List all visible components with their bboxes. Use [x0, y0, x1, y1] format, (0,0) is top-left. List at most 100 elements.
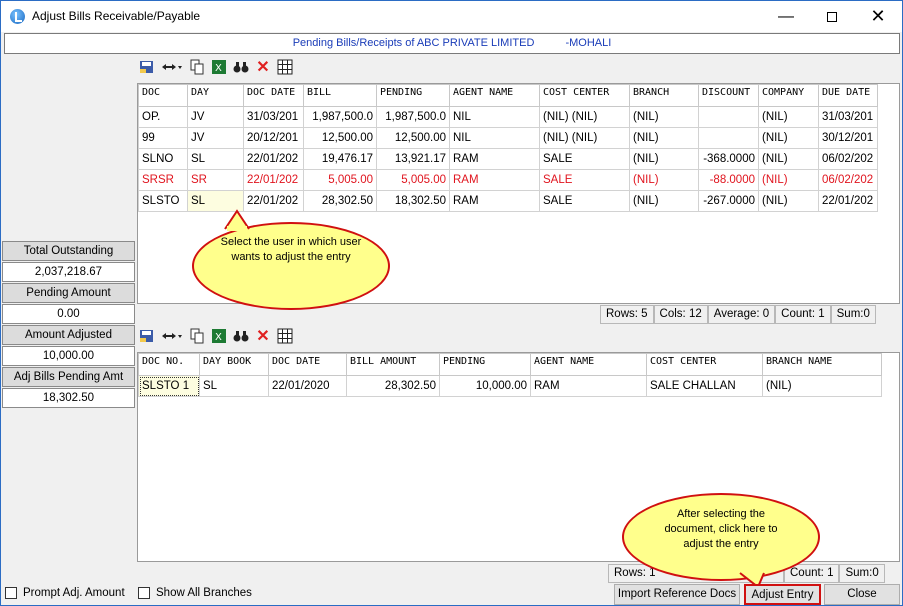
excel-export-icon[interactable]: X	[210, 58, 228, 76]
minimize-button[interactable]: —	[763, 1, 809, 32]
grid-cell[interactable]: SL	[187, 148, 244, 170]
close-button[interactable]: Close	[824, 584, 900, 605]
grid-cell[interactable]: NIL	[449, 106, 540, 128]
grid-cell[interactable]: (NIL)	[762, 375, 882, 397]
table-row[interactable]: 99 JV 20/12/201 12,500.00 12,500.00 NIL …	[138, 127, 878, 149]
delete-icon[interactable]: ✕	[254, 327, 272, 345]
col-header[interactable]: COMPANY	[758, 84, 819, 107]
grid-cell[interactable]: -267.0000	[698, 190, 759, 212]
grid-cell[interactable]: 12,500.00	[303, 127, 377, 149]
prompt-adj-amount-checkbox[interactable]: Prompt Adj. Amount	[5, 587, 125, 599]
grid-cell[interactable]: 5,005.00	[303, 169, 377, 191]
grid-cell[interactable]: 13,921.17	[376, 148, 450, 170]
grid-cell[interactable]: RAM	[449, 148, 540, 170]
grid-cell[interactable]: 28,302.50	[346, 375, 440, 397]
grid-cell[interactable]: (NIL)	[629, 127, 699, 149]
grid-cell[interactable]: 22/01/202	[243, 169, 304, 191]
excel-export-icon[interactable]: X	[210, 327, 228, 345]
import-reference-docs-button[interactable]: Import Reference Docs	[614, 584, 740, 605]
col-header[interactable]: DOC NO.	[138, 353, 200, 376]
grid-cell[interactable]: RAM	[530, 375, 647, 397]
column-width-icon[interactable]	[160, 58, 184, 76]
grid-cell[interactable]: -368.0000	[698, 148, 759, 170]
grid-cell[interactable]: 22/01/202	[243, 148, 304, 170]
grid-cell[interactable]	[698, 127, 759, 149]
checkbox-box[interactable]	[5, 587, 17, 599]
grid-icon[interactable]	[276, 327, 294, 345]
grid-cell[interactable]: SALE CHALLAN	[646, 375, 763, 397]
grid-cell[interactable]: 06/02/202	[818, 169, 878, 191]
table-row[interactable]: SLNO SL 22/01/202 19,476.17 13,921.17 RA…	[138, 148, 878, 170]
grid-cell[interactable]: (NIL)	[629, 106, 699, 128]
grid-cell[interactable]: JV	[187, 127, 244, 149]
grid-cell[interactable]: (NIL)	[629, 169, 699, 191]
grid-cell[interactable]: 12,500.00	[376, 127, 450, 149]
grid-cell[interactable]: 19,476.17	[303, 148, 377, 170]
grid-cell[interactable]: -88.0000	[698, 169, 759, 191]
grid-cell[interactable]: 1,987,500.0	[376, 106, 450, 128]
grid-cell[interactable]	[698, 106, 759, 128]
grid-cell[interactable]: OP.	[138, 106, 188, 128]
grid-cell[interactable]: 31/03/201	[818, 106, 878, 128]
column-width-icon[interactable]	[160, 327, 184, 345]
grid-cell[interactable]: SL	[199, 375, 269, 397]
grid-cell-selected[interactable]: SLSTO 1	[138, 375, 200, 397]
grid-cell[interactable]: JV	[187, 106, 244, 128]
col-header[interactable]: DOC DATE	[243, 84, 304, 107]
grid-cell[interactable]: SR	[187, 169, 244, 191]
grid-cell[interactable]: (NIL)	[629, 148, 699, 170]
grid-cell[interactable]: 5,005.00	[376, 169, 450, 191]
grid-cell[interactable]: 30/12/201	[818, 127, 878, 149]
grid-cell[interactable]: 31/03/201	[243, 106, 304, 128]
col-header[interactable]: DOC DATE	[268, 353, 347, 376]
grid-cell[interactable]: 06/02/202	[818, 148, 878, 170]
grid-cell[interactable]: 20/12/201	[243, 127, 304, 149]
find-binoculars-icon[interactable]	[232, 327, 250, 345]
col-header[interactable]: PENDING	[376, 84, 450, 107]
col-header[interactable]: BILL AMOUNT	[346, 353, 440, 376]
col-header[interactable]: DAY	[187, 84, 244, 107]
grid-cell[interactable]: (NIL)	[629, 190, 699, 212]
col-header[interactable]: COST CENTER	[646, 353, 763, 376]
grid-cell[interactable]: NIL	[449, 127, 540, 149]
save-layout-icon[interactable]	[138, 58, 156, 76]
grid-cell[interactable]: SLNO	[138, 148, 188, 170]
find-binoculars-icon[interactable]	[232, 58, 250, 76]
grid-cell[interactable]: RAM	[449, 190, 540, 212]
grid-cell[interactable]: 10,000.00	[439, 375, 531, 397]
grid-cell[interactable]: (NIL)	[758, 106, 819, 128]
grid-cell[interactable]: (NIL)	[758, 148, 819, 170]
table-row[interactable]: SLSTO 1 SL 22/01/2020 28,302.50 10,000.0…	[138, 375, 882, 397]
save-layout-icon[interactable]	[138, 327, 156, 345]
col-header[interactable]: PENDING	[439, 353, 531, 376]
col-header[interactable]: DUE DATE	[818, 84, 878, 107]
grid-cell[interactable]: 28,302.50	[303, 190, 377, 212]
copy-icon[interactable]	[188, 327, 206, 345]
maximize-button[interactable]	[809, 1, 855, 32]
grid-cell[interactable]: (NIL) (NIL)	[539, 127, 630, 149]
grid-cell[interactable]: SLSTO	[138, 190, 188, 212]
col-header[interactable]: BILL	[303, 84, 377, 107]
col-header[interactable]: AGENT NAME	[449, 84, 540, 107]
grid-cell[interactable]: SALE	[539, 169, 630, 191]
col-header[interactable]: DOC	[138, 84, 188, 107]
grid-cell[interactable]: (NIL)	[758, 169, 819, 191]
delete-icon[interactable]: ✕	[254, 58, 272, 76]
grid-cell[interactable]: (NIL)	[758, 190, 819, 212]
show-all-branches-checkbox[interactable]: Show All Branches	[138, 587, 252, 599]
col-header[interactable]: DISCOUNT	[698, 84, 759, 107]
grid-cell[interactable]: 99	[138, 127, 188, 149]
grid-cell[interactable]: 22/01/202	[818, 190, 878, 212]
grid-cell[interactable]: SRSR	[138, 169, 188, 191]
grid-cell[interactable]: SALE	[539, 148, 630, 170]
copy-icon[interactable]	[188, 58, 206, 76]
col-header[interactable]: DAY BOOK	[199, 353, 269, 376]
col-header[interactable]: COST CENTER	[539, 84, 630, 107]
adjust-entry-button[interactable]: Adjust Entry	[744, 584, 821, 605]
grid-cell[interactable]: 22/01/2020	[268, 375, 347, 397]
grid-cell[interactable]: (NIL)	[758, 127, 819, 149]
grid-cell[interactable]: (NIL) (NIL)	[539, 106, 630, 128]
checkbox-box[interactable]	[138, 587, 150, 599]
close-window-button[interactable]: ✕	[855, 1, 901, 32]
col-header[interactable]: BRANCH	[629, 84, 699, 107]
